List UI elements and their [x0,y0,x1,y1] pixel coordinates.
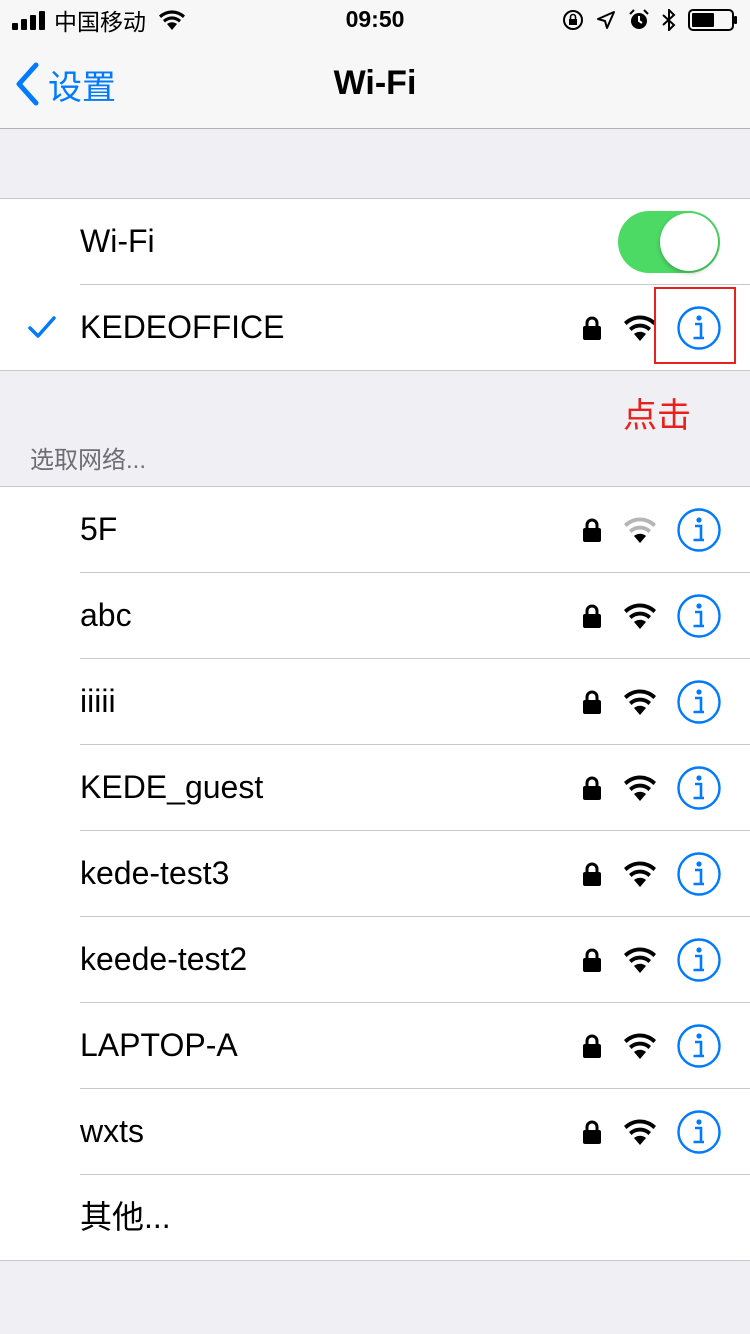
other-network-label: 其他... [80,1199,171,1235]
alarm-icon [629,9,649,29]
info-button[interactable] [676,1109,722,1155]
wifi-strength-icon [624,947,656,973]
wifi-group: Wi-Fi KEDEOFFICE [0,198,750,371]
network-row[interactable]: kede-test3 [80,831,750,917]
status-bar: 中国移动 09:50 [0,0,750,40]
wifi-toggle-label: Wi-Fi [80,223,155,259]
info-button[interactable] [676,851,722,897]
network-name: 5F [80,511,118,547]
connected-network-row[interactable]: KEDEOFFICE [28,285,750,370]
other-network-row[interactable]: 其他... [80,1175,750,1260]
lock-icon [583,776,601,800]
network-name: kede-test3 [80,855,230,891]
network-row[interactable]: keede-test2 [80,917,750,1003]
wifi-toggle-row: Wi-Fi [80,199,750,285]
network-name: LAPTOP-A [80,1027,238,1063]
lock-icon [583,948,601,972]
wifi-strength-icon [624,315,656,341]
status-right [562,6,738,34]
bluetooth-icon [662,9,676,31]
location-icon [597,11,615,29]
info-button[interactable] [676,765,722,811]
navigation-bar: 设置 Wi-Fi [0,40,750,129]
lock-icon [583,862,601,886]
lock-icon [583,518,601,542]
lock-icon [583,690,601,714]
network-row[interactable]: KEDE_guest [80,745,750,831]
network-name: abc [80,597,132,633]
network-row[interactable]: 5F [80,487,750,573]
info-button[interactable] [676,507,722,553]
lock-icon [583,316,601,340]
wifi-strength-icon [624,1119,656,1145]
lock-icon [583,604,601,628]
wifi-strength-icon [624,775,656,801]
network-name: keede-test2 [80,941,248,977]
page-title: Wi-Fi [333,64,417,102]
network-row[interactable]: abc [80,573,750,659]
wifi-strength-icon [624,603,656,629]
battery-icon [688,9,737,31]
info-button[interactable] [676,937,722,983]
network-row[interactable]: LAPTOP-A [80,1003,750,1089]
connected-network-name: KEDEOFFICE [80,309,285,345]
lock-icon [583,1120,601,1144]
orientation-lock-icon [563,10,583,30]
network-name: iiiii [80,683,116,719]
wifi-strength-icon [624,1033,656,1059]
wifi-strength-icon [624,861,656,887]
network-name: wxts [80,1113,144,1149]
wifi-strength-icon [624,517,656,543]
info-button[interactable] [676,593,722,639]
toggle-knob [660,213,718,271]
network-list: 5F abc iiiii KEDE_guest kede-test3 keede-test… [0,486,750,1261]
lock-icon [583,1034,601,1058]
checkmark-icon [28,316,56,338]
section-header: 选取网络... [30,447,147,474]
network-row[interactable]: iiiii [80,659,750,745]
info-button[interactable] [676,1023,722,1069]
wifi-toggle-switch[interactable] [618,211,720,273]
annotation-highlight-box [654,287,736,364]
info-button[interactable] [676,679,722,725]
wifi-strength-icon [624,689,656,715]
annotation-text: 点击 [623,397,691,435]
network-name: KEDE_guest [80,769,264,805]
network-row[interactable]: wxts [80,1089,750,1175]
